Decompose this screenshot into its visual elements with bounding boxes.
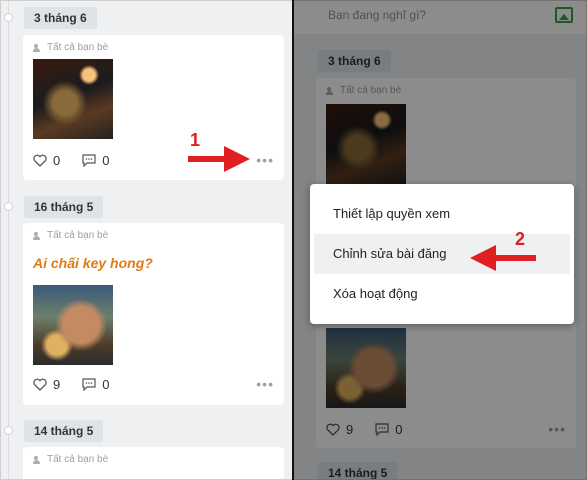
annotation-arrow-1 bbox=[188, 146, 250, 172]
annotation-arrow-2 bbox=[470, 245, 536, 271]
menu-item-delete-activity[interactable]: Xóa hoạt động bbox=[310, 274, 574, 314]
menu-item-privacy-settings[interactable]: Thiết lập quyền xem bbox=[310, 194, 574, 234]
panel-divider bbox=[292, 0, 294, 480]
